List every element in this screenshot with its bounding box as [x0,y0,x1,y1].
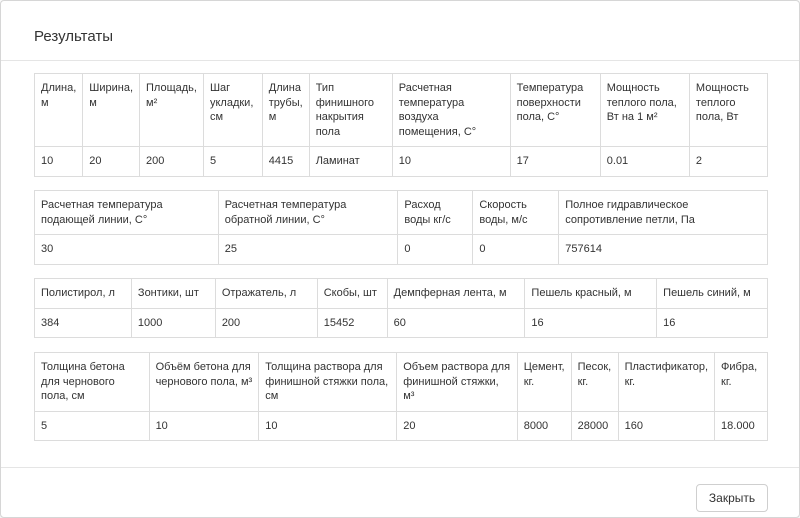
value-cell: Ламинат [308,146,393,177]
value-cell: 5 [202,146,263,177]
header-cell: Длина, м [33,73,84,147]
modal-header: Результаты [1,1,799,61]
header-cell: Толщина раствора для финишной стяжки пол… [258,352,398,412]
results-modal: Результаты Длина, м Ширина, м Площадь, м… [0,0,800,518]
header-cell: Тип финишного накрытия пола [308,73,393,147]
close-button[interactable]: Закрыть [696,484,768,512]
value-cell: 0 [397,234,474,265]
header-cell: Объём бетона для чернового пола, м³ [148,352,260,412]
value-cell: 18.000 [714,410,768,441]
header-cell: Зонтики, шт [130,278,216,309]
header-cell: Расчетная температура подающей линии, С° [34,190,219,235]
value-cell: 10 [258,410,398,441]
header-cell: Площадь, м² [139,73,204,147]
header-cell: Скобы, шт [316,278,388,309]
header-cell: Расход воды кг/с [397,190,474,235]
value-cell: 1000 [130,307,216,338]
value-cell: 28000 [570,410,619,441]
header-cell: Температура поверхности пола, С° [509,73,601,147]
table-row: 384 1000 200 15452 60 16 16 [34,307,768,338]
header-cell: Полное гидравлическое сопротивление петл… [558,190,768,235]
value-cell: 384 [34,307,132,338]
value-cell: 25 [217,234,399,265]
header-cell: Цемент, кг. [516,352,572,412]
value-cell: 16 [656,307,768,338]
value-cell: 10 [33,146,84,177]
header-cell: Шаг укладки, см [202,73,263,147]
table-row: 5 10 10 20 8000 28000 160 18.000 [34,410,768,441]
header-cell: Толщина бетона для чернового пола, см [34,352,150,412]
value-cell: 0 [472,234,560,265]
header-cell: Пешель красный, м [524,278,658,309]
value-cell: 200 [139,146,204,177]
water-parameters-table: Расчетная температура подающей линии, С°… [34,190,768,265]
header-cell: Скорость воды, м/с [472,190,560,235]
value-cell: 10 [148,410,260,441]
table-row: 10 20 200 5 4415 Ламинат 10 17 0.01 2 [33,146,769,177]
modal-title: Результаты [34,28,113,45]
table-header-row: Полистирол, л Зонтики, шт Отражатель, л … [34,278,768,309]
modal-footer: Закрыть [1,467,799,518]
header-cell: Полистирол, л [34,278,132,309]
header-cell: Расчетная температура воздуха помещения,… [391,73,511,147]
header-cell: Песок, кг. [570,352,619,412]
value-cell: 16 [524,307,658,338]
materials-table: Полистирол, л Зонтики, шт Отражатель, л … [34,278,768,338]
header-cell: Объем раствора для финишной стяжки, м³ [396,352,518,412]
table-header-row: Длина, м Ширина, м Площадь, м² Шаг уклад… [33,73,769,147]
value-cell: 30 [34,234,219,265]
concrete-table: Толщина бетона для чернового пола, см Об… [34,352,768,441]
header-cell: Отражатель, л [214,278,318,309]
header-cell: Мощность теплого пола, Вт [688,73,769,147]
header-cell: Пластификатор, кг. [617,352,716,412]
value-cell: 60 [386,307,526,338]
value-cell: 200 [214,307,318,338]
header-cell: Длина трубы, м [261,73,310,147]
table-header-row: Толщина бетона для чернового пола, см Об… [34,352,768,412]
header-cell: Фибра, кг. [714,352,768,412]
header-cell: Расчетная температура обратной линии, С° [217,190,399,235]
value-cell: 4415 [261,146,310,177]
value-cell: 15452 [316,307,388,338]
value-cell: 160 [617,410,716,441]
header-cell: Ширина, м [82,73,141,147]
value-cell: 757614 [558,234,768,265]
table-header-row: Расчетная температура подающей линии, С°… [34,190,768,235]
value-cell: 2 [688,146,769,177]
value-cell: 17 [509,146,601,177]
header-cell: Пешель синий, м [656,278,768,309]
value-cell: 10 [391,146,511,177]
pipe-parameters-table: Длина, м Ширина, м Площадь, м² Шаг уклад… [33,73,769,177]
table-row: 30 25 0 0 757614 [34,234,768,265]
value-cell: 5 [34,410,150,441]
header-cell: Демпферная лента, м [386,278,526,309]
value-cell: 20 [82,146,141,177]
value-cell: 0.01 [599,146,690,177]
header-cell: Мощность теплого пола, Вт на 1 м² [599,73,690,147]
value-cell: 8000 [516,410,572,441]
value-cell: 20 [396,410,518,441]
